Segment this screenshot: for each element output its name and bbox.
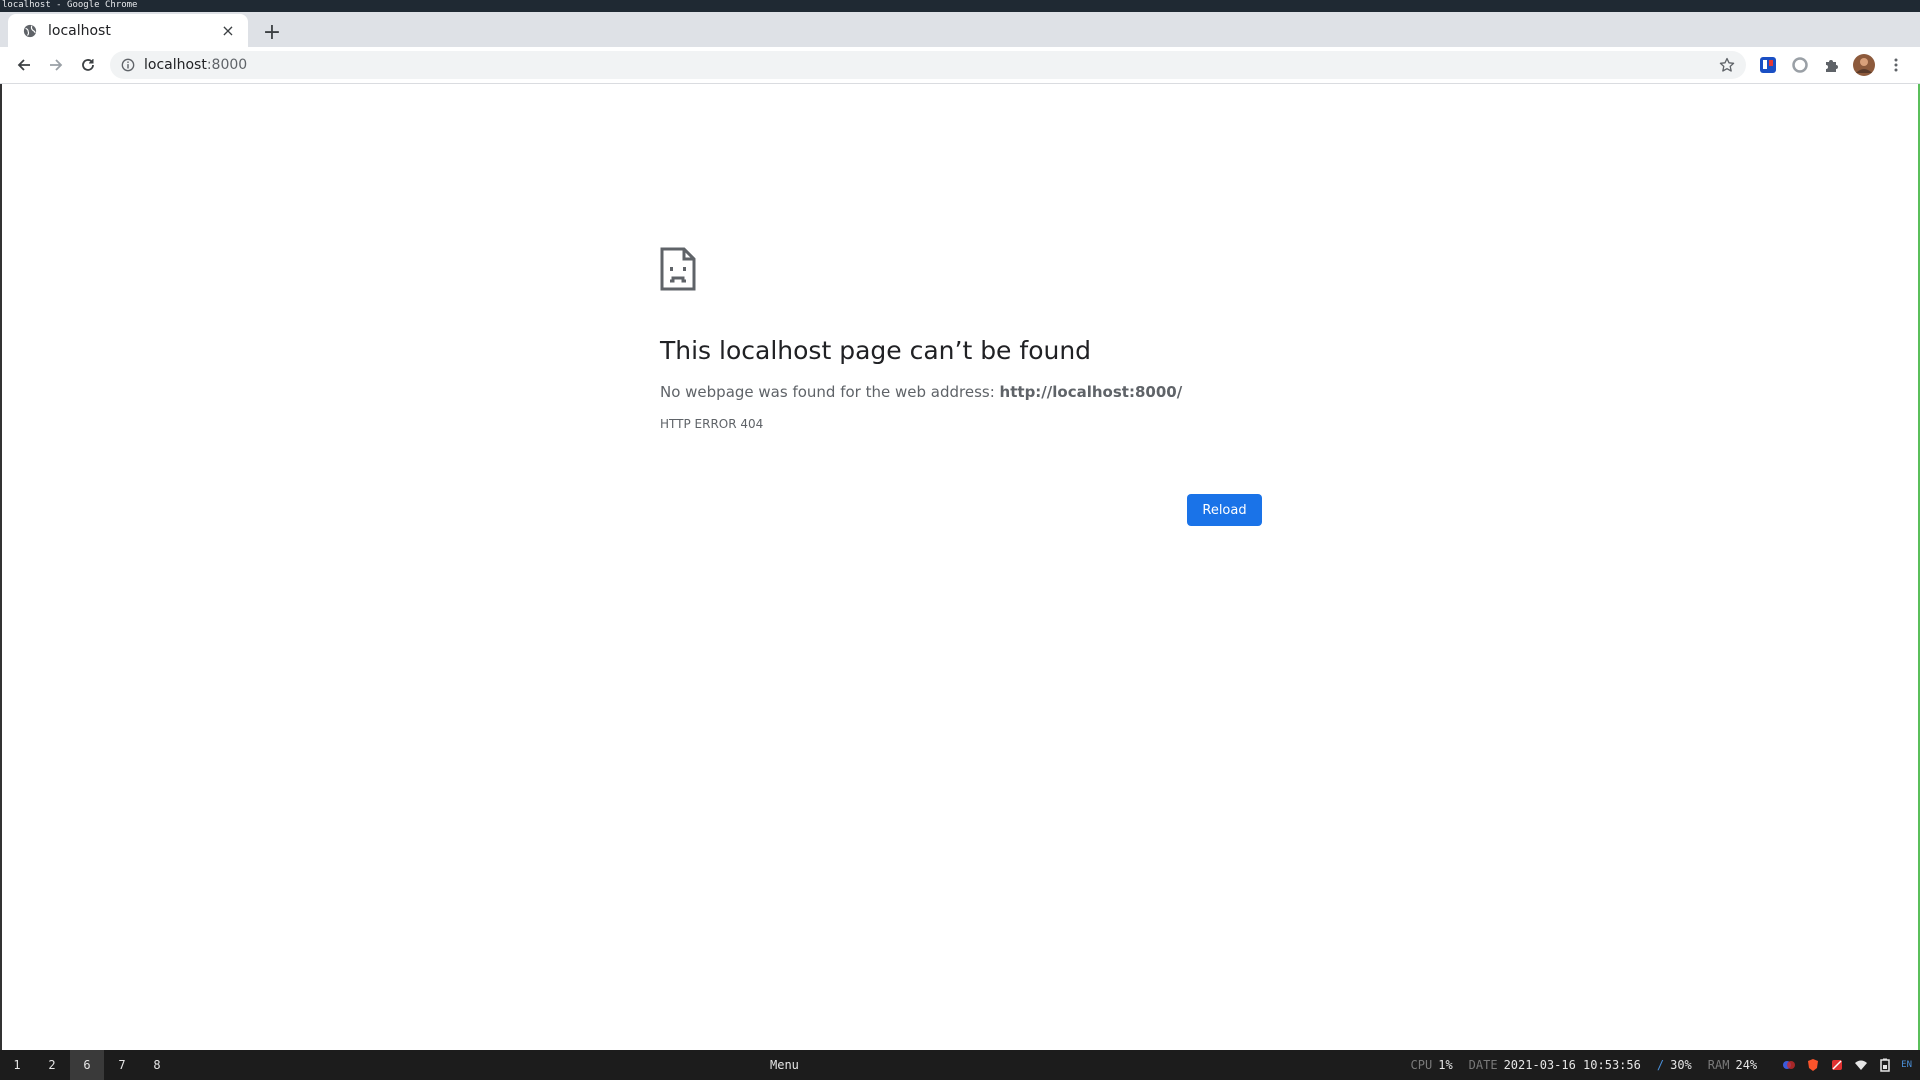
- info-icon[interactable]: [120, 57, 136, 73]
- tab-strip: localhost × +: [0, 12, 1920, 47]
- brave-icon[interactable]: [1805, 1057, 1821, 1073]
- ram-value: 24%: [1735, 1058, 1758, 1072]
- cpu-label: CPU: [1410, 1058, 1433, 1072]
- back-button[interactable]: [10, 51, 38, 79]
- circle-extension-icon[interactable]: [1788, 53, 1812, 77]
- extensions-area: [1756, 51, 1908, 79]
- new-tab-button[interactable]: +: [258, 19, 286, 47]
- disk-label: /: [1656, 1058, 1665, 1072]
- forward-button[interactable]: [42, 51, 70, 79]
- sad-page-icon: [660, 247, 696, 291]
- system-tray: EN: [1781, 1057, 1912, 1073]
- reload-icon: [82, 59, 94, 71]
- address-port: :8000: [206, 57, 248, 73]
- error-url: http://localhost:8000/: [999, 383, 1183, 401]
- window-title: localhost - Google Chrome: [0, 0, 1920, 12]
- page-content: This localhost page can’t be found No we…: [0, 84, 1920, 1050]
- cpu-value: 1%: [1438, 1058, 1453, 1072]
- arrow-right-icon: [50, 59, 63, 71]
- workspace-2[interactable]: 2: [35, 1050, 69, 1080]
- keyboard-layout[interactable]: EN: [1901, 1060, 1912, 1070]
- menu-button[interactable]: Menu: [770, 1050, 799, 1080]
- date-value: 2021-03-16 10:53:56: [1503, 1058, 1641, 1072]
- globe-icon: [22, 23, 38, 39]
- avatar[interactable]: [1852, 53, 1876, 77]
- star-icon[interactable]: [1718, 56, 1736, 74]
- ram-label: RAM: [1707, 1058, 1730, 1072]
- error-container: This localhost page can’t be found No we…: [660, 247, 1262, 431]
- error-code: HTTP ERROR 404: [660, 417, 764, 431]
- tab-title: localhost: [48, 22, 111, 39]
- workspace-6[interactable]: 6: [70, 1050, 104, 1080]
- error-description: No webpage was found for the web address…: [660, 381, 1262, 403]
- close-icon[interactable]: ×: [218, 21, 238, 41]
- workspace-1[interactable]: 1: [0, 1050, 34, 1080]
- date-label: DATE: [1468, 1058, 1498, 1072]
- address-host: localhost: [144, 57, 207, 73]
- workspace-7[interactable]: 7: [105, 1050, 139, 1080]
- error-desc-prefix: No webpage was found for the web address…: [660, 383, 1000, 401]
- workspace-8[interactable]: 8: [140, 1050, 174, 1080]
- arrow-left-icon: [17, 59, 30, 71]
- browser-toolbar: localhost:8000: [0, 47, 1920, 84]
- dropbox-icon[interactable]: [1781, 1057, 1797, 1073]
- muted-mic-icon[interactable]: [1829, 1057, 1845, 1073]
- status-right: CPU 1% DATE 2021-03-16 10:53:56 / 30% RA…: [1411, 1050, 1912, 1080]
- reload-nav-button[interactable]: [74, 51, 102, 79]
- tab-localhost[interactable]: localhost ×: [8, 14, 248, 47]
- wifi-icon[interactable]: [1853, 1057, 1869, 1073]
- disk-value: 30%: [1670, 1058, 1692, 1072]
- status-bar: 1 2 6 7 8 Menu CPU 1% DATE 2021-03-16 10…: [0, 1050, 1920, 1080]
- kebab-menu-icon[interactable]: [1884, 53, 1908, 77]
- puzzle-icon[interactable]: [1820, 53, 1844, 77]
- battery-icon[interactable]: [1877, 1057, 1893, 1073]
- reload-button[interactable]: Reload: [1187, 494, 1262, 526]
- address-bar[interactable]: localhost:8000: [110, 51, 1746, 79]
- error-heading: This localhost page can’t be found: [660, 336, 1092, 365]
- trello-extension-icon[interactable]: [1756, 53, 1780, 77]
